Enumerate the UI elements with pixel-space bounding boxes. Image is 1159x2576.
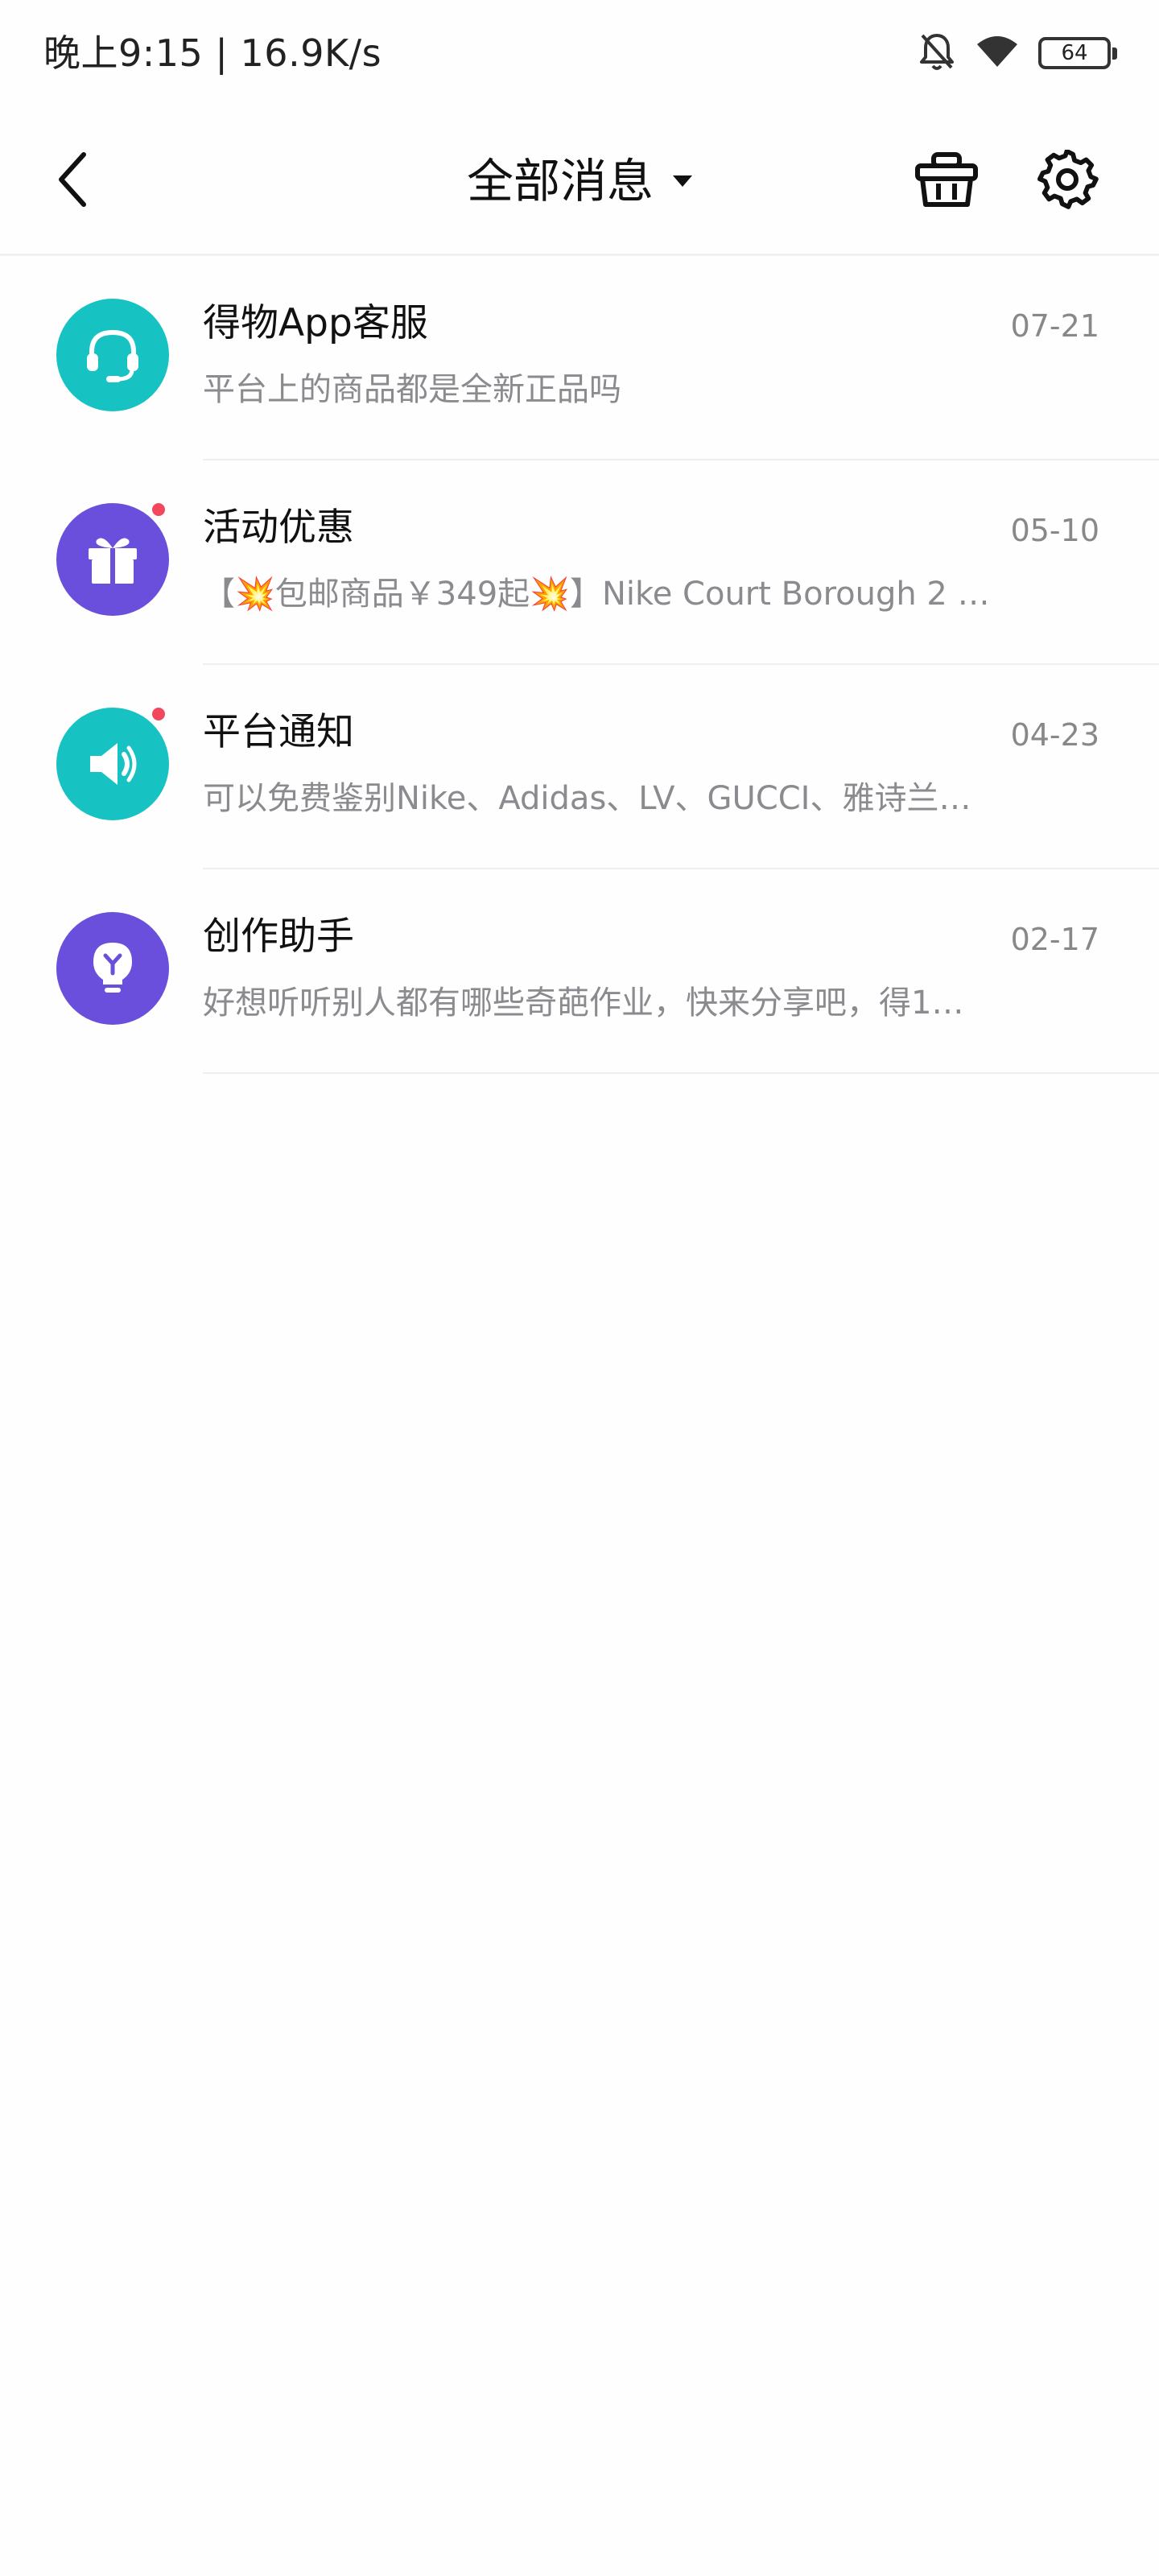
message-date: 04-23 — [1010, 717, 1099, 753]
settings-button[interactable] — [1026, 138, 1110, 222]
message-preview: 可以免费鉴别Nike、Adidas、LV、GUCCI、雅诗兰… — [203, 780, 971, 817]
status-time-speed: 晚上9:15 | 16.9K/s — [43, 31, 382, 75]
divider — [203, 1072, 1159, 1074]
avatar — [56, 912, 169, 1025]
unread-badge — [150, 501, 167, 518]
list-item[interactable]: 得物App客服 07-21 平台上的商品都是全新正品吗 — [0, 256, 1159, 460]
message-date: 05-10 — [1010, 513, 1099, 548]
message-preview: 好想听听别人都有哪些奇葩作业，快来分享吧，得1… — [203, 985, 964, 1022]
caret-down-icon — [673, 175, 692, 187]
speaker-icon — [90, 743, 137, 785]
list-item[interactable]: 创作助手 02-17 好想听听别人都有哪些奇葩作业，快来分享吧，得1… — [0, 869, 1159, 1074]
gear-icon — [1037, 150, 1099, 209]
message-title: 活动优惠 — [203, 506, 354, 550]
message-date: 07-21 — [1010, 308, 1099, 344]
message-title: 得物App客服 — [203, 301, 428, 345]
store-button[interactable] — [905, 138, 988, 222]
gift-icon — [89, 538, 137, 584]
basket-icon — [915, 152, 978, 207]
unread-badge — [150, 705, 167, 723]
message-list: 得物App客服 07-21 平台上的商品都是全新正品吗 活动优惠 05-10 【… — [0, 256, 1159, 1074]
bell-off-icon — [918, 31, 956, 76]
avatar — [56, 503, 169, 616]
message-title: 创作助手 — [203, 914, 354, 959]
message-preview: 【💥包邮商品￥349起💥】Nike Court Borough 2 … — [203, 576, 990, 613]
message-date: 02-17 — [1010, 922, 1099, 957]
avatar — [56, 708, 169, 820]
wifi-icon — [974, 33, 1021, 73]
list-item[interactable]: 平台通知 04-23 可以免费鉴别Nike、Adidas、LV、GUCCI、雅诗… — [0, 665, 1159, 869]
list-item[interactable]: 活动优惠 05-10 【💥包邮商品￥349起💥】Nike Court Borou… — [0, 460, 1159, 665]
header: 全部消息 — [0, 105, 1159, 256]
battery-level: 64 — [1061, 41, 1088, 65]
avatar — [56, 299, 169, 411]
lightbulb-icon — [93, 943, 132, 993]
page-title: 全部消息 — [466, 154, 654, 208]
message-title: 平台通知 — [203, 710, 354, 754]
status-icons: 64 — [918, 29, 1117, 77]
message-preview: 平台上的商品都是全新正品吗 — [203, 371, 621, 408]
status-bar: 晚上9:15 | 16.9K/s 64 — [0, 0, 1159, 105]
headset-icon — [87, 329, 138, 382]
battery-icon: 64 — [1038, 37, 1117, 69]
